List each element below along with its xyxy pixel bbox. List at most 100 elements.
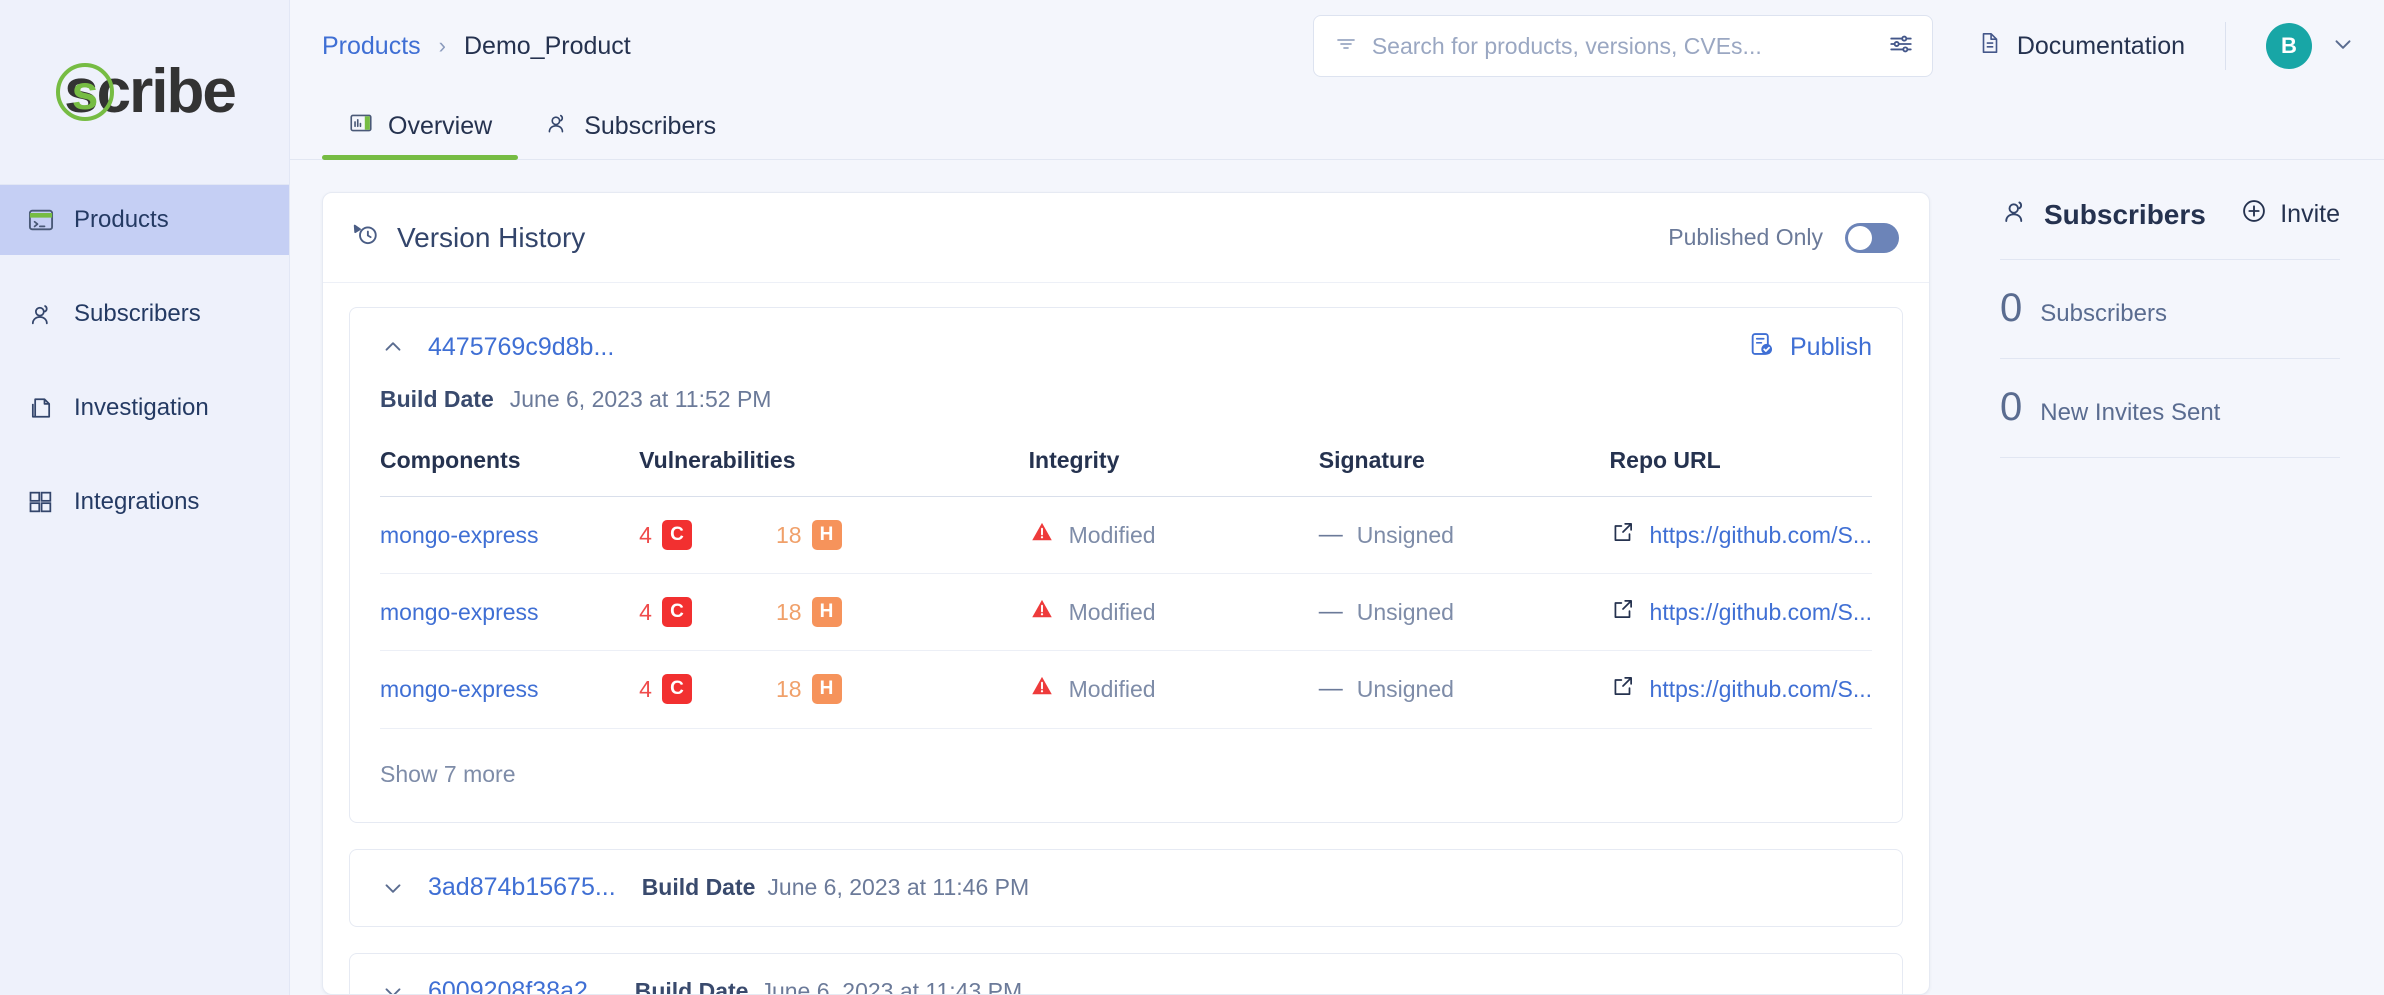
breadcrumb-products[interactable]: Products	[322, 32, 421, 61]
app-root: s scribe Products Subscribers Investigat…	[0, 0, 2384, 995]
panel-title: Version History	[351, 219, 585, 256]
signature-dash-icon: —	[1318, 598, 1343, 625]
integrity-status: Modified	[1068, 675, 1156, 702]
sidebar-item-integrations[interactable]: Integrations	[0, 467, 289, 537]
rail-title-label: Subscribers	[2044, 198, 2206, 230]
publish-icon	[1748, 330, 1776, 365]
rail-title: Subscribers	[2000, 196, 2206, 233]
cell-repo-url: https://github.com/S...	[1609, 650, 1872, 728]
users-icon	[544, 110, 570, 143]
plus-circle-icon	[2240, 197, 2268, 232]
component-link[interactable]: mongo-express	[380, 676, 539, 702]
tab-subscribers[interactable]: Subscribers	[518, 110, 742, 159]
tab-label: Subscribers	[584, 112, 717, 140]
critical-badge-icon: C	[661, 520, 692, 550]
vuln-critical: 4 C	[639, 520, 692, 550]
terminal-window-icon	[26, 205, 56, 235]
warning-triangle-icon	[1029, 519, 1055, 551]
search-box[interactable]	[1312, 15, 1933, 77]
stat-label: Subscribers	[2040, 300, 2167, 327]
critical-badge-icon: C	[661, 674, 692, 705]
high-badge-icon: H	[811, 674, 842, 705]
version-hash[interactable]: 6009208f38a2...	[428, 977, 609, 994]
repo-url-link[interactable]: https://github.com/S...	[1650, 522, 1872, 549]
cell-integrity: Modified	[1028, 573, 1319, 651]
build-date-row: Build Date June 6, 2023 at 11:52 PM	[380, 386, 1872, 447]
publish-button[interactable]: Publish	[1748, 330, 1872, 365]
sidebar-item-subscribers[interactable]: Subscribers	[0, 279, 289, 349]
stat-value: 0	[2000, 385, 2023, 429]
panel-body: 4475769c9d8b... Publish Build Date June …	[323, 283, 1929, 994]
signature-dash-icon: —	[1318, 675, 1343, 703]
build-date-label: Build Date	[380, 386, 494, 412]
build-date-value: June 6, 2023 at 11:43 PM	[760, 978, 1023, 994]
chevron-up-icon[interactable]	[380, 334, 406, 360]
high-count: 18	[775, 521, 802, 548]
vuln-high: 18 H	[775, 674, 842, 705]
cell-component: mongo-express	[380, 650, 640, 728]
filter-lines-icon	[1334, 32, 1358, 61]
search-input[interactable]	[1371, 32, 1874, 60]
version-card-expanded: 4475769c9d8b... Publish Build Date June …	[349, 307, 1903, 823]
version-hash[interactable]: 4475769c9d8b...	[428, 333, 614, 362]
component-link[interactable]: mongo-express	[380, 522, 539, 548]
chevron-down-icon[interactable]	[2330, 31, 2356, 62]
invite-button[interactable]: Invite	[2240, 197, 2340, 232]
sidebar-item-investigation[interactable]: Investigation	[0, 373, 289, 443]
page-body: Version History Published Only 4475769c9…	[290, 160, 2384, 995]
logo[interactable]: s scribe	[0, 0, 289, 185]
high-badge-icon: H	[811, 597, 842, 627]
external-link-icon	[1610, 596, 1636, 628]
cell-signature: — Unsigned	[1318, 496, 1610, 574]
components-table-body: mongo-express 4 C 18 H Modified — Unsign…	[380, 496, 1872, 728]
avatar[interactable]: B	[2266, 23, 2312, 69]
version-row-collapsed[interactable]: 6009208f38a2... Build Date June 6, 2023 …	[349, 952, 1903, 994]
main-column: Products › Demo_Product Search for produ…	[290, 0, 2384, 995]
breadcrumb-current: Demo_Product	[464, 31, 631, 60]
stat-subscribers: 0 Subscribers	[2000, 259, 2340, 358]
repo-url-link[interactable]: https://github.com/S...	[1650, 676, 1872, 703]
col-components: Components	[380, 447, 521, 473]
chevron-down-icon[interactable]	[380, 979, 406, 994]
documentation-link[interactable]: Documentation	[1977, 30, 2185, 63]
users-icon	[2000, 196, 2030, 233]
signature-dash-icon: —	[1318, 521, 1343, 548]
version-hash[interactable]: 3ad874b15675...	[428, 873, 616, 902]
version-card-header: 4475769c9d8b... Publish	[380, 308, 1872, 386]
vuln-high: 18 H	[776, 597, 842, 627]
chevron-down-icon[interactable]	[380, 875, 406, 901]
cell-component: mongo-express	[380, 573, 640, 651]
cell-integrity: Modified	[1028, 496, 1319, 574]
publish-label: Publish	[1790, 332, 1872, 361]
external-link-icon	[1610, 673, 1636, 705]
scribe-logo-icon: s	[54, 61, 116, 123]
repo-url-link[interactable]: https://github.com/S...	[1650, 599, 1872, 626]
external-link-icon	[1610, 519, 1636, 551]
show-more-link[interactable]: Show 7 more	[380, 727, 1872, 822]
components-table-head: Components Vulnerabilities Integrity Sig…	[380, 447, 1872, 497]
panel-title-label: Version History	[397, 221, 586, 253]
col-signature: Signature	[1318, 447, 1425, 473]
search-settings-icon[interactable]	[1888, 31, 1914, 62]
high-badge-icon: H	[811, 520, 842, 550]
tab-overview[interactable]: Overview	[322, 110, 519, 160]
document-icon	[1977, 30, 2003, 63]
version-row-collapsed[interactable]: 3ad874b15675... Build Date June 6, 2023 …	[349, 848, 1903, 927]
version-history-panel: Version History Published Only 4475769c9…	[322, 192, 1930, 995]
component-link[interactable]: mongo-express	[380, 599, 539, 625]
build-date-label: Build Date	[641, 874, 756, 900]
published-only-toggle[interactable]	[1845, 222, 1899, 253]
chart-icon	[348, 110, 374, 143]
toggle-knob	[1848, 225, 1872, 250]
high-count: 18	[775, 675, 802, 702]
high-count: 18	[775, 598, 802, 625]
table-row: mongo-express 4 C 18 H Modified — Unsign…	[380, 496, 1872, 574]
subscribers-rail: Subscribers Invite 0 Subscribers 0 New I…	[1970, 160, 2384, 995]
sidebar-item-products[interactable]: Products	[0, 185, 289, 255]
integrity-status: Modified	[1068, 598, 1156, 625]
breadcrumb: Products › Demo_Product	[322, 32, 631, 61]
invite-label: Invite	[2280, 200, 2340, 228]
sidebar: s scribe Products Subscribers Investigat…	[0, 0, 290, 995]
